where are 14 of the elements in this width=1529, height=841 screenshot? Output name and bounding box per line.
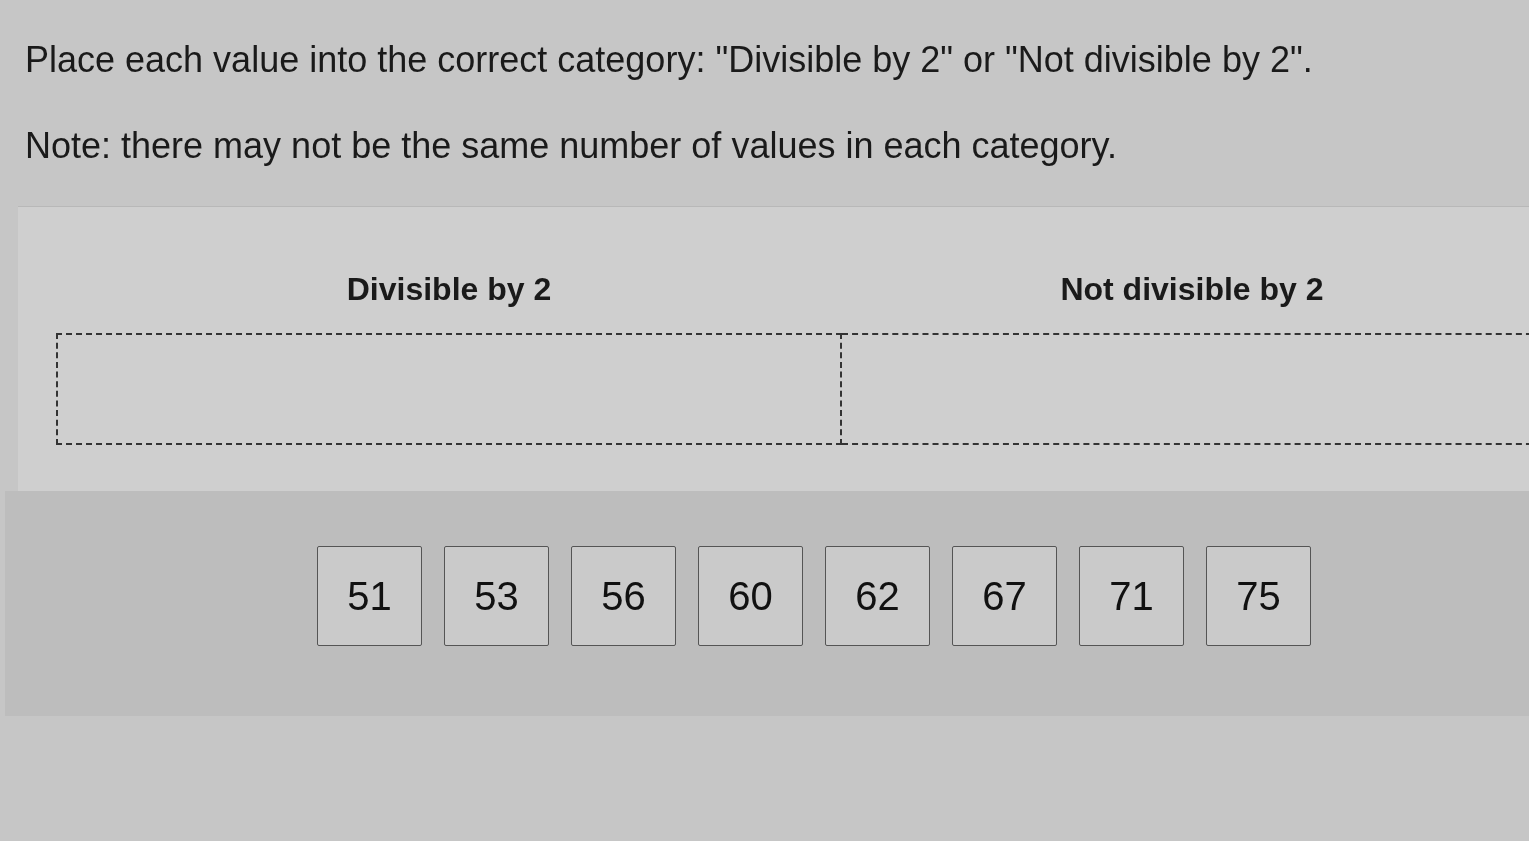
drop-zone[interactable]: [842, 333, 1529, 445]
drop-zone[interactable]: [56, 333, 842, 445]
value-tile[interactable]: 51: [317, 546, 422, 646]
value-tile[interactable]: 53: [444, 546, 549, 646]
value-tile[interactable]: 75: [1206, 546, 1311, 646]
instruction-text: Note: there may not be the same number of values in each category.: [25, 126, 1117, 166]
value-tile[interactable]: 56: [571, 546, 676, 646]
value-tile[interactable]: 67: [952, 546, 1057, 646]
value-tile[interactable]: 60: [698, 546, 803, 646]
instruction-text: Place each value into the correct category: "Divisible by 2" or "Not divisible by 2".: [25, 40, 1313, 80]
value-tile[interactable]: 71: [1079, 546, 1184, 646]
category-heading: Not divisible by 2: [1060, 270, 1324, 309]
value-tile[interactable]: 62: [825, 546, 930, 646]
category-heading: Divisible by 2: [346, 270, 552, 309]
